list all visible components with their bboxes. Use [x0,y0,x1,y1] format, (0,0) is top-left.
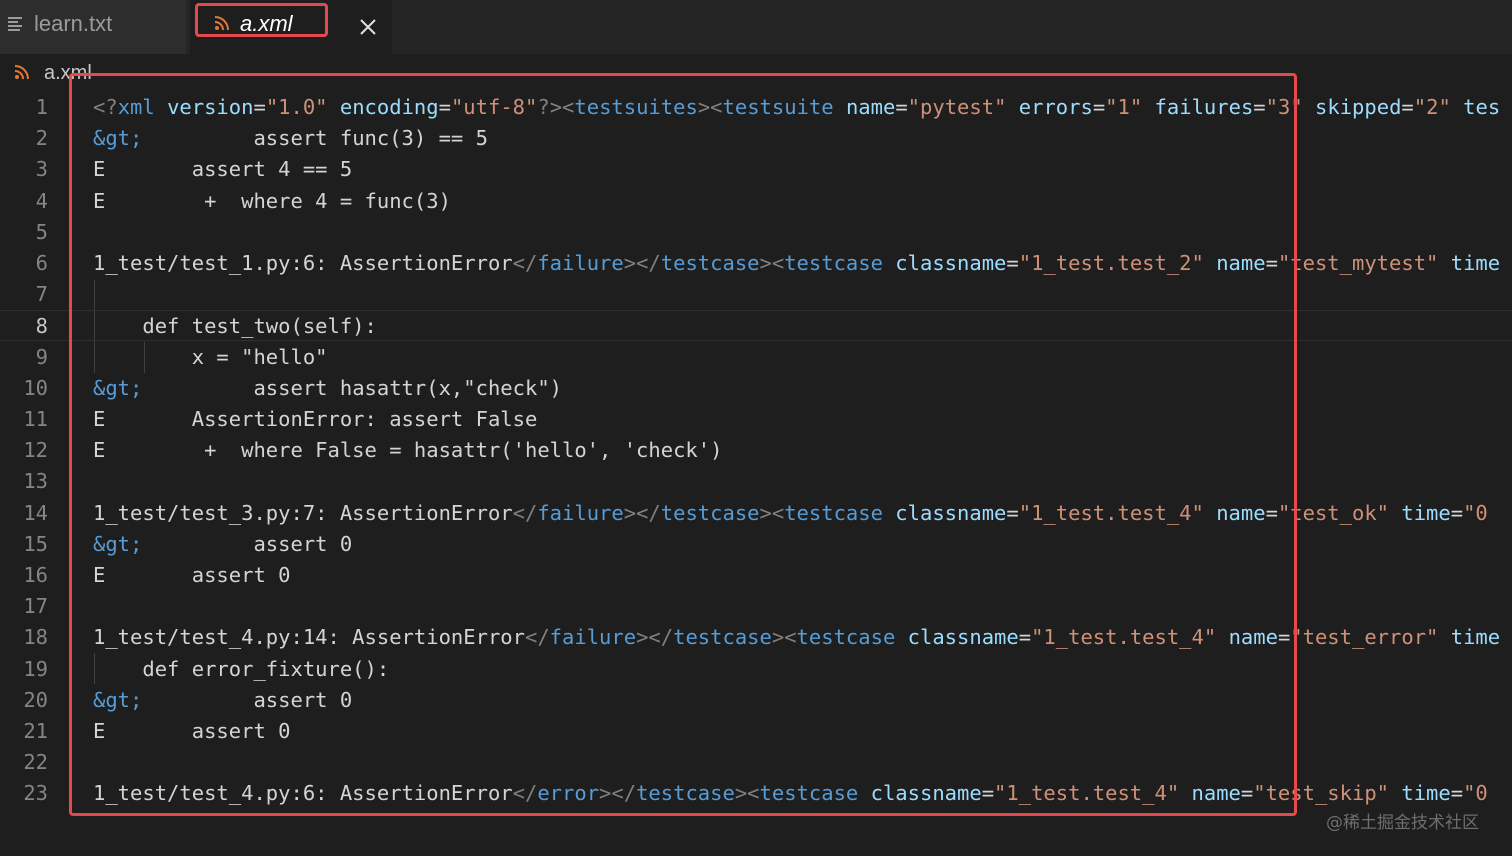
line-number: 15 [23,531,48,556]
line-number: 20 [23,687,48,712]
line-number: 21 [23,719,48,743]
code-token: time [1450,251,1501,275]
lines-icon [8,16,22,31]
line-number: 18 [23,625,48,650]
line-number: 12 [23,438,48,463]
code-token: "2" [1413,95,1451,119]
code-token: time [1450,625,1501,650]
code-token: "0 [1463,500,1488,525]
line-number: 17 [23,594,48,619]
line-number: 3 [35,157,48,182]
line-number: 19 [23,656,48,681]
line-number: 5 [35,219,48,244]
code-token: skipped [1315,95,1402,119]
line-number: 4 [35,188,48,213]
line-number: 22 [23,750,48,775]
line-number: 8 [35,314,48,339]
code-token: tes [1463,95,1501,119]
code-token: "0 [1463,781,1488,806]
line-number: 13 [23,469,48,494]
code-token: "test_mytest" [1277,251,1439,275]
tab-label: learn.txt [34,11,113,36]
tab-learn-txt[interactable]: learn.txt [0,0,186,54]
line-number: 16 [23,563,48,587]
code-token: time [1401,781,1451,806]
close-icon[interactable] [358,17,378,37]
code-token: "test_error" [1290,625,1439,650]
line-number: 10 [23,375,48,400]
code-token: = [1401,95,1414,119]
line-number: 1 [35,95,48,119]
line-number: 2 [35,126,48,151]
code-token: = [1450,500,1464,525]
active-tab-highlight-box [195,3,328,37]
code-highlight-box [69,73,1297,816]
rss-icon [14,65,29,80]
code-token: time [1401,500,1451,525]
line-number: 23 [23,781,48,806]
line-number: 6 [35,251,48,275]
line-number: 11 [23,407,48,431]
code-token: = [1450,781,1464,806]
line-number: 7 [35,282,48,307]
watermark: @稀土掘金技术社区 [1326,813,1479,833]
line-number: 14 [23,500,48,525]
line-number: 9 [35,344,48,369]
